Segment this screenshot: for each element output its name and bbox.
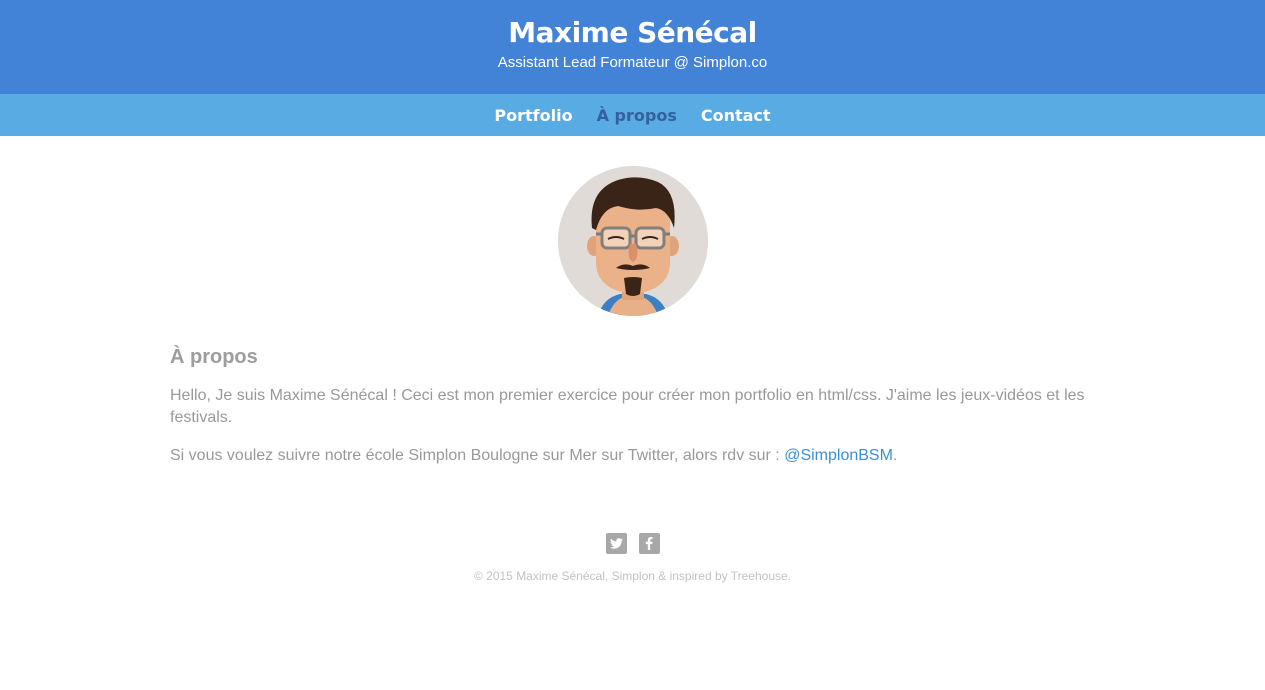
avatar-illustration-icon	[557, 166, 708, 316]
about-paragraph-1: Hello, Je suis Maxime Sénécal ! Ceci est…	[170, 387, 1085, 426]
avatar	[557, 166, 708, 316]
copyright-text: © 2015 Maxime Sénécal, Simplon & inspire…	[473, 569, 791, 583]
about-paragraph-2-suffix: .	[892, 447, 898, 464]
site-footer: © 2015 Maxime Sénécal, Simplon & inspire…	[170, 533, 1095, 583]
about-paragraph-2: Si vous voulez suivre notre école Simplo…	[170, 445, 1095, 467]
nav-item-portfolio[interactable]: Portfolio	[494, 106, 572, 125]
social-links	[170, 533, 1095, 554]
main-content: À propos Hello, Je suis Maxime Sénécal !…	[170, 136, 1095, 583]
site-title[interactable]: Maxime Sénécal	[0, 16, 1265, 50]
twitter-icon[interactable]	[605, 533, 627, 554]
main-nav: Portfolio À propos Contact	[0, 94, 1265, 136]
twitter-handle-link[interactable]: @SimplonBSM	[784, 447, 893, 464]
nav-item-contact[interactable]: Contact	[701, 106, 771, 125]
site-subtitle: Assistant Lead Formateur @ Simplon.co	[497, 54, 768, 71]
nav-item-about[interactable]: À propos	[597, 106, 677, 125]
site-header: Maxime Sénécal Assistant Lead Formateur …	[0, 0, 1265, 94]
facebook-icon[interactable]	[638, 533, 660, 554]
about-paragraph-2-text: Si vous voulez suivre notre école Simplo…	[170, 447, 785, 464]
avatar-wrapper	[170, 166, 1095, 316]
about-title: À propos	[170, 346, 258, 368]
